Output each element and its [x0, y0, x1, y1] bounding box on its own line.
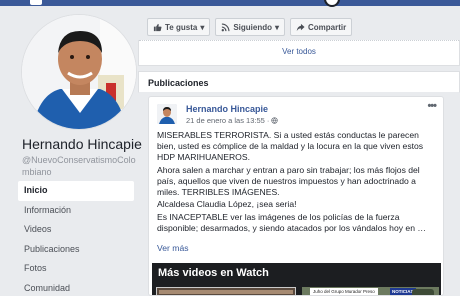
profile-nav: Inicio Información Videos Publicaciones … — [18, 181, 134, 296]
post-paragraph: Ahora salen a marchar y entran a paro si… — [157, 164, 420, 197]
post-paragraph: MISERABLES TERRORISTA. Si a usted estás … — [157, 130, 424, 162]
rss-icon — [221, 22, 230, 31]
nav-item-fotos[interactable]: Fotos — [18, 259, 134, 279]
post-meta: 21 de enero a las 13:55 · — [186, 116, 279, 125]
like-button[interactable]: Te gusta ▾ — [147, 18, 211, 36]
following-button[interactable]: Siguiendo ▾ — [215, 18, 286, 36]
top-navigation-bar — [0, 0, 460, 7]
video-thumbnail[interactable] — [156, 287, 296, 295]
post-author-name[interactable]: Hernando Hincapie — [186, 104, 268, 114]
see-more-link[interactable]: Ver más — [157, 243, 189, 253]
thumbnail-image — [412, 289, 434, 295]
profile-name[interactable]: Hernando Hincapie — [22, 136, 142, 152]
post-paragraph: Alcaldesa Claudia López, ¡sea seria! — [157, 199, 297, 210]
post-timestamp[interactable]: 21 de enero a las 13:55 · — [186, 116, 269, 125]
nav-item-inicio[interactable]: Inicio — [18, 181, 134, 201]
thumbnail-image — [159, 290, 293, 294]
posts-section-heading: Publicaciones — [138, 71, 460, 93]
thumbnail-caption: Juho del Grupo Murador Preso — [310, 288, 378, 295]
facebook-logo-icon[interactable] — [30, 0, 42, 5]
globe-icon — [271, 117, 279, 124]
nav-item-comunidad[interactable]: Comunidad — [18, 279, 134, 296]
about-card: Ver todos — [138, 40, 460, 66]
nav-item-publicaciones[interactable]: Publicaciones — [18, 240, 134, 260]
post-paragraph: Es INACEPTABLE ver las imágenes de los p… — [157, 212, 426, 234]
post-author-avatar[interactable] — [157, 104, 177, 124]
nav-item-informacion[interactable]: Información — [18, 201, 134, 221]
share-button-label: Compartir — [308, 22, 347, 32]
share-button[interactable]: Compartir — [290, 18, 353, 36]
profile-picture[interactable] — [21, 14, 137, 130]
profile-handle[interactable]: @NuevoConservatismoColombiano — [22, 154, 136, 178]
chevron-down-icon: ▾ — [200, 22, 205, 32]
page-actions-bar: Te gusta ▾ Siguiendo ▾ Compartir — [138, 14, 460, 40]
share-arrow-icon — [296, 23, 305, 31]
help-icon[interactable] — [324, 0, 340, 7]
divider — [139, 40, 459, 41]
see-all-link[interactable]: Ver todos — [139, 47, 459, 56]
chevron-down-icon: ▾ — [275, 22, 280, 32]
following-button-label: Siguiendo — [233, 22, 272, 32]
watch-videos-section: Más videos en Watch Juho del Grupo Murad… — [152, 263, 441, 295]
post-options-icon[interactable]: ••• — [427, 100, 437, 112]
nav-item-videos[interactable]: Videos — [18, 220, 134, 240]
thumbs-up-icon — [153, 23, 162, 31]
video-thumbnail[interactable]: Juho del Grupo Murador Preso NOTICIAS — [302, 287, 439, 295]
watch-section-title[interactable]: Más videos en Watch — [158, 267, 269, 279]
like-button-label: Te gusta — [165, 22, 198, 32]
post-card: Hernando Hincapie 21 de enero a las 13:5… — [148, 96, 444, 296]
post-text: MISERABLES TERRORISTA. Si a usted estás … — [157, 130, 439, 236]
